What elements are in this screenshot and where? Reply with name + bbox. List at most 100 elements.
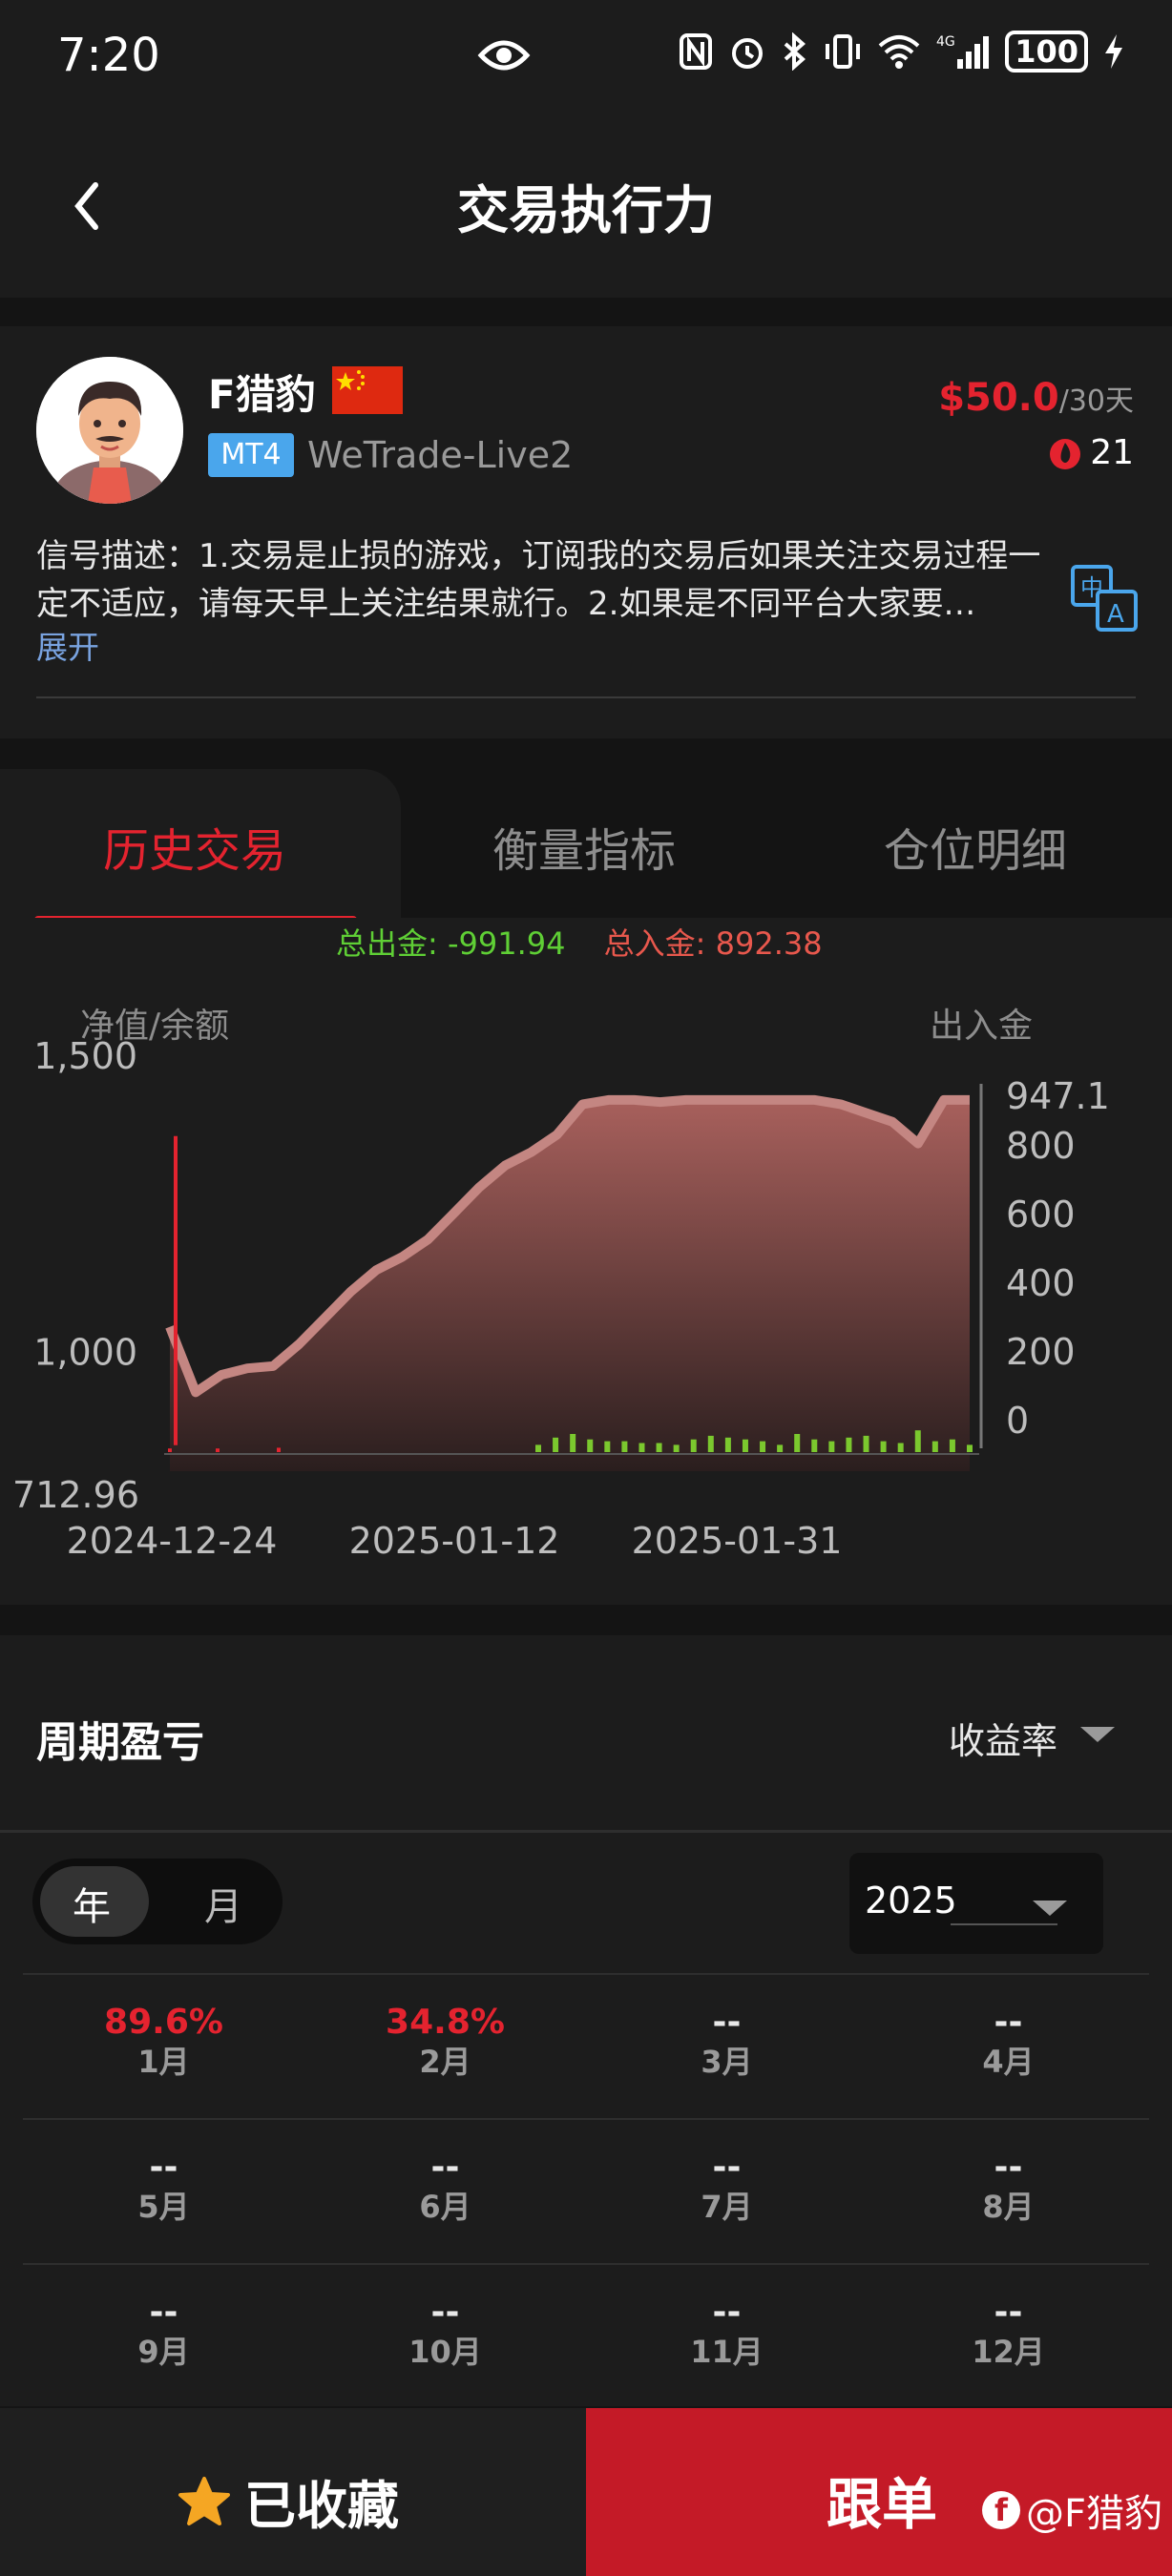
month-label: 11月 bbox=[690, 2334, 764, 2370]
month-return-value: -- bbox=[712, 2003, 742, 2042]
month-label: 2月 bbox=[419, 2044, 471, 2080]
year-select[interactable]: 2025 bbox=[849, 1853, 1103, 1954]
deposit-bar bbox=[880, 1441, 887, 1452]
divider bbox=[36, 696, 1136, 698]
battery-indicator: 100 bbox=[1005, 31, 1088, 73]
month-return-value: -- bbox=[994, 2148, 1023, 2187]
month-return-value: -- bbox=[149, 2293, 178, 2332]
tab-history[interactable]: 历史交易 bbox=[103, 813, 286, 880]
left-tick-label: 1,500 bbox=[33, 1035, 137, 1077]
month-cell[interactable]: -- 6月 bbox=[304, 2120, 586, 2263]
month-cell[interactable]: -- 3月 bbox=[586, 1975, 868, 2118]
toggle-year[interactable]: 年 bbox=[73, 1876, 111, 1931]
month-return-value: -- bbox=[994, 2293, 1023, 2332]
platform-badge: MT4 bbox=[208, 433, 294, 477]
month-label: 9月 bbox=[137, 2334, 190, 2370]
deposit-bar bbox=[931, 1441, 938, 1452]
month-cell[interactable]: -- 4月 bbox=[868, 1975, 1149, 2118]
deposit-bar bbox=[828, 1441, 835, 1452]
deposit-bar bbox=[777, 1444, 784, 1452]
period-toggle: 年 月 bbox=[32, 1859, 283, 1944]
month-label: 5月 bbox=[137, 2189, 190, 2225]
bottom-action-bar: 已收藏 跟单 f @F猎豹 bbox=[0, 2408, 1172, 2576]
deposit-bar bbox=[535, 1444, 541, 1452]
equity-chart-panel: 总出金: -991.94 总入金: 892.38 净值/余额 出入金 1,500… bbox=[0, 918, 1172, 1605]
right-tick-label: 800 bbox=[1006, 1125, 1076, 1167]
tab-positions[interactable]: 仓位明细 bbox=[884, 813, 1067, 880]
month-cell[interactable]: 89.6% 1月 bbox=[23, 1975, 304, 2118]
metric-dropdown[interactable]: 收益率 bbox=[949, 1712, 1057, 1764]
deposit-bar bbox=[621, 1441, 628, 1452]
alarm-icon bbox=[732, 38, 764, 69]
month-row: -- 9月 -- 10月 -- 11月 -- 12月 bbox=[23, 2263, 1149, 2408]
expand-link[interactable]: 展开 bbox=[36, 622, 99, 668]
right-tick-label: 947.1 bbox=[1006, 1075, 1110, 1117]
month-cell[interactable]: -- 11月 bbox=[586, 2265, 868, 2408]
bluetooth-icon bbox=[784, 32, 806, 71]
month-cell[interactable]: -- 8月 bbox=[868, 2120, 1149, 2263]
month-cell[interactable]: -- 9月 bbox=[23, 2265, 304, 2408]
favorite-content: 已收藏 bbox=[178, 2463, 399, 2539]
deposit-bar bbox=[794, 1433, 801, 1452]
deposit-bar bbox=[673, 1444, 680, 1452]
withdrawal-bar bbox=[216, 1448, 220, 1452]
right-tick-label: 0 bbox=[1006, 1400, 1029, 1442]
star-icon bbox=[178, 2476, 230, 2525]
month-label: 10月 bbox=[408, 2334, 482, 2370]
caret-down-icon[interactable] bbox=[1080, 1727, 1115, 1742]
deposit-bar bbox=[570, 1433, 576, 1452]
eye-icon bbox=[477, 40, 531, 71]
deposit-bar bbox=[656, 1443, 662, 1452]
fire-icon bbox=[1050, 438, 1081, 469]
deposit-bar bbox=[967, 1444, 973, 1452]
toggle-month[interactable]: 月 bbox=[204, 1876, 242, 1931]
app-screen: 7:20 4G 100 交易执行力 F猎豹 MT4 WeTrade-Live2 … bbox=[0, 0, 1172, 2576]
monthly-returns-grid: 89.6% 1月 34.8% 2月 -- 3月 -- 4月 -- 5月 -- 6月 -- 7月 -- 8月 --… bbox=[23, 1973, 1149, 2408]
deposit-bar bbox=[707, 1435, 714, 1452]
month-label: 4月 bbox=[982, 2044, 1035, 2080]
month-return-value: -- bbox=[430, 2293, 460, 2332]
month-cell[interactable]: 34.8% 2月 bbox=[304, 1975, 586, 2118]
month-return-value: -- bbox=[712, 2293, 742, 2332]
month-cell[interactable]: -- 10月 bbox=[304, 2265, 586, 2408]
period-pnl-panel: 周期盈亏 收益率 年 月 2025 89.6% 1月 34.8% 2月 -- 3月 -- 4月… bbox=[0, 1635, 1172, 2406]
status-icons: 4G 100 bbox=[679, 31, 1124, 73]
month-cell[interactable]: -- 7月 bbox=[586, 2120, 868, 2263]
month-return-value: 89.6% bbox=[104, 2003, 223, 2042]
avatar[interactable] bbox=[36, 357, 183, 504]
period-pnl-title: 周期盈亏 bbox=[36, 1718, 204, 1767]
deposit-bar bbox=[553, 1437, 559, 1452]
deposit-bar bbox=[742, 1439, 748, 1452]
month-cell[interactable]: -- 12月 bbox=[868, 2265, 1149, 2408]
translate-icon[interactable]: 中 A bbox=[1071, 565, 1138, 632]
left-tick-label: 712.96 bbox=[12, 1474, 139, 1516]
year-select-underline bbox=[951, 1923, 1057, 1925]
watermark-text: @F猎豹 bbox=[1025, 2492, 1162, 2536]
svg-text:4G: 4G bbox=[936, 34, 955, 50]
tab-metrics[interactable]: 衡量指标 bbox=[492, 813, 676, 880]
app-header: 交易执行力 bbox=[0, 118, 1172, 298]
month-cell[interactable]: -- 5月 bbox=[23, 2120, 304, 2263]
left-tick-label: 1,000 bbox=[33, 1332, 137, 1374]
deposit-bar bbox=[604, 1441, 611, 1452]
x-tick-label: 2025-01-31 bbox=[632, 1520, 843, 1562]
equity-chart[interactable]: 1,500 1,000 712.96 947.1 800 600 400 200 0 2024-1… bbox=[0, 918, 1172, 1605]
deposit-bar bbox=[760, 1441, 766, 1452]
withdrawal-bar bbox=[168, 1448, 172, 1452]
month-return-value: -- bbox=[994, 2003, 1023, 2042]
hot-count-value: 21 bbox=[1090, 433, 1134, 472]
watermark: f @F猎豹 bbox=[981, 2483, 1162, 2538]
price-period: /30天 bbox=[1058, 384, 1134, 418]
deposit-bar bbox=[863, 1435, 869, 1452]
page-title: 交易执行力 bbox=[457, 180, 715, 240]
divider bbox=[0, 1830, 1172, 1833]
deposit-bar bbox=[690, 1439, 697, 1452]
china-flag-icon bbox=[332, 366, 403, 414]
month-return-value: -- bbox=[712, 2148, 742, 2187]
deposit-bar bbox=[846, 1437, 852, 1452]
copy-trade-button[interactable]: 跟单 f @F猎豹 bbox=[586, 2408, 1172, 2576]
server-name: WeTrade-Live2 bbox=[307, 434, 574, 476]
trader-name: F猎豹 bbox=[208, 371, 316, 418]
favorite-button[interactable]: 已收藏 bbox=[0, 2408, 586, 2576]
deposit-bar bbox=[638, 1443, 645, 1452]
